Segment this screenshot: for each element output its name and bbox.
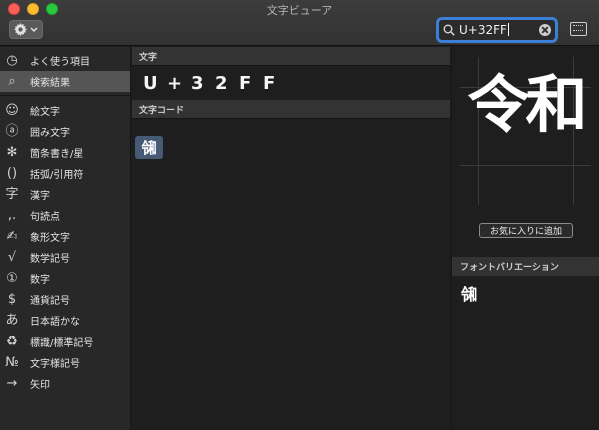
sidebar-item-pictographs[interactable]: ✍ 象形文字 [0,226,130,247]
code-char[interactable]: F [263,73,287,94]
gear-icon [14,23,27,36]
code-char[interactable]: F [239,73,263,94]
add-to-favorites-button[interactable]: お気に入りに追加 [479,223,573,238]
sidebar-item-label: 数学記号 [30,254,70,265]
sidebar-item-kana[interactable]: あ 日本語かな [0,310,130,331]
pictograph-icon: ✍ [6,229,18,244]
keyboard-viewer-icon[interactable] [570,22,587,36]
sidebar-item-label: 数字 [30,275,50,286]
dollar-icon: $ [7,292,17,307]
sidebar-item-label: 日本語かな [30,317,80,328]
smiley-icon: ☺ [5,103,19,118]
circled-1-icon: ① [6,271,18,286]
font-variation-glyph[interactable]: ㋿ [461,281,477,305]
code-point-row: U + 3 2 F F [132,66,450,100]
search-input[interactable]: U+32FF [459,23,539,37]
font-variation-header: フォントバリエーション [452,257,599,276]
kanji-icon: 字 [5,187,19,202]
sidebar-item-label: 絵文字 [30,107,60,118]
hiragana-icon: あ [5,313,19,328]
sidebar-item-favorites[interactable]: ◷ よく使う項目 [0,50,130,71]
circled-a-icon: ⓐ [5,124,19,139]
character-code-section-header: 文字コード [132,100,450,119]
selected-character-cell[interactable]: ㋿ [135,136,163,159]
punctuation-icon: ,. [7,208,17,223]
sidebar-item-currency[interactable]: $ 通貨記号 [0,289,130,310]
sidebar-item-label: 漢字 [30,191,50,202]
sidebar-item-arrows[interactable]: → 矢印 [0,373,130,394]
window-title: 文字ビューア [266,4,333,17]
character-list-pane: 文字 U + 3 2 F F 文字コード ㋿ [132,47,450,430]
recycle-icon: ♻ [6,334,18,349]
category-sidebar: ◷ よく使う項目 ⌕ 検索結果 ☺ 絵文字 ⓐ 囲み文字 ✻ 箇条書き/星 ()… [0,47,131,430]
sidebar-item-search-results[interactable]: ⌕ 検索結果 [0,71,130,92]
action-menu-button[interactable] [9,20,43,39]
sidebar-item-label: 標識/標準記号 [30,338,94,349]
sidebar-item-brackets[interactable]: () 括弧/引用符 [0,163,130,184]
sidebar-item-punctuation[interactable]: ,. 句読点 [0,205,130,226]
code-char[interactable]: U [143,73,167,94]
sidebar-item-enclosed[interactable]: ⓐ 囲み文字 [0,121,130,142]
character-section-header: 文字 [132,47,450,66]
sidebar-item-label: よく使う項目 [30,57,90,68]
sidebar-item-label: 括弧/引用符 [30,170,84,181]
character-detail-pane: 令和 お気に入りに追加 フォントバリエーション ㋿ [451,47,599,430]
clear-search-icon[interactable] [539,24,551,36]
sidebar-divider [0,95,130,96]
sidebar-item-label: 象形文字 [30,233,70,244]
sidebar-item-bullets-stars[interactable]: ✻ 箇条書き/星 [0,142,130,163]
clock-icon: ◷ [6,53,18,68]
search-icon: ⌕ [8,74,16,89]
sidebar-item-signs[interactable]: ♻ 標識/標準記号 [0,331,130,352]
preview-glyph: 令和 [467,68,587,141]
parentheses-icon: () [6,166,18,181]
arrow-icon: → [6,376,18,391]
search-icon [443,24,455,36]
sidebar-item-label: 囲み文字 [30,128,70,139]
sidebar-item-digits[interactable]: ① 数字 [0,268,130,289]
title-bar: 文字ビューア U+32FF [0,0,599,46]
asterisk-icon: ✻ [6,145,18,160]
sidebar-item-label: 文字様記号 [30,359,80,370]
sidebar-item-kanji[interactable]: 字 漢字 [0,184,130,205]
sidebar-item-label: 検索結果 [30,78,70,89]
guide-line [460,165,591,166]
sidebar-item-label: 通貨記号 [30,296,70,307]
sidebar-item-letterlike[interactable]: № 文字様記号 [0,352,130,373]
code-char[interactable]: 2 [215,73,239,94]
sidebar-item-label: 矢印 [30,380,50,391]
square-root-icon: √ [7,250,17,265]
sidebar-item-label: 箇条書き/星 [30,149,84,160]
code-char[interactable]: + [167,73,191,94]
code-char[interactable]: 3 [191,73,215,94]
sidebar-item-emoji[interactable]: ☺ 絵文字 [0,100,130,121]
numero-icon: № [5,355,19,370]
search-field[interactable]: U+32FF [436,17,558,43]
sidebar-item-math[interactable]: √ 数学記号 [0,247,130,268]
chevron-down-icon [30,26,38,32]
sidebar-item-label: 句読点 [30,212,60,223]
glyph-preview: 令和 [460,57,591,205]
